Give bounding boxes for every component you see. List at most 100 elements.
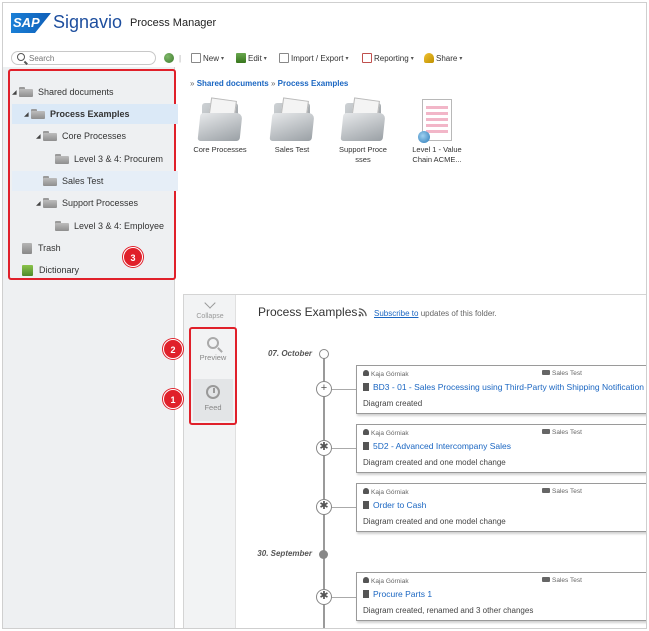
date-marker-hollow [319,349,329,359]
entry-folder: Sales Test [542,488,582,495]
expand-triangle-icon[interactable]: ◢ [12,89,19,96]
rss-icon [358,308,367,317]
new-menu-button[interactable]: New ▾ [191,52,224,64]
trash-icon [22,242,32,254]
reporting-menu-button[interactable]: Reporting ▾ [362,52,414,64]
sap-logo: SAP [11,13,51,33]
tile-label: Sales Test [274,145,310,154]
feed-title: Process Examples [258,305,358,319]
preview-feed-highlight: Preview Feed [189,327,237,425]
sidebar-item-support-processes[interactable]: ◢ Support Processes [12,193,138,213]
reporting-icon [362,53,372,63]
large-folder-icon [197,97,243,141]
diagram-document-icon [418,99,452,143]
entry-description: Diagram created and one model change [363,517,506,526]
sidebar-item-process-examples[interactable]: ◢ Process Examples [12,104,178,124]
tile-support-processes[interactable]: Support Proce sses [333,97,393,165]
large-folder-icon [269,97,315,141]
sidebar-item-trash[interactable]: Trash [12,238,61,258]
new-document-icon [191,53,201,63]
breadcrumb: » Shared documents » Process Examples [190,79,348,88]
large-folder-icon [340,97,386,141]
new-label: New [203,53,220,63]
folder-icon [43,131,57,141]
reporting-label: Reporting [374,53,409,63]
entry-folder: Sales Test [542,577,582,584]
person-icon [363,429,369,435]
search-input[interactable] [29,52,149,64]
asterisk-node-icon[interactable]: ✱ [316,589,332,605]
folder-icon [55,221,69,231]
document-icon [363,590,369,598]
tile-core-processes[interactable]: Core Processes [188,97,252,155]
entry-title-link[interactable]: Order to Cash [363,500,426,510]
sidebar-item-sales-test[interactable]: Sales Test [12,171,178,191]
breadcrumb-prefix: » [190,79,195,88]
sidebar-item-shared-documents[interactable]: ◢ Shared documents [12,82,114,102]
sidebar-item-dictionary[interactable]: Dictionary [12,260,79,280]
timeline-connector [332,389,356,390]
date-label: 07. October [267,349,312,358]
breadcrumb-current: Process Examples [277,79,349,88]
document-icon [363,501,369,509]
timeline-connector [332,448,356,449]
asterisk-node-icon[interactable]: ✱ [316,440,332,456]
entry-description: Diagram created, renamed and 3 other cha… [363,606,534,615]
sidebar-item-label: Shared documents [38,87,114,97]
sidebar-item-label: Level 3 & 4: Employee [74,221,165,231]
expand-entry-icon[interactable]: + [316,381,332,397]
import-export-menu-button[interactable]: Import / Export ▾ [279,52,348,64]
annotation-badge-2: 2 [163,339,183,359]
collapse-button[interactable]: Collapse [184,297,236,320]
expand-triangle-icon[interactable]: ◢ [36,200,43,207]
app-title: Process Manager [130,17,217,29]
edit-menu-button[interactable]: Edit ▾ [236,52,267,64]
toolbar: | New▾ Edit▾ Import / Export▾ Reporting▾… [3,47,646,69]
preview-label: Preview [199,353,227,362]
asterisk-node-icon[interactable]: ✱ [316,499,332,515]
entry-title-link[interactable]: BD3 - 01 - Sales Processing using Third-… [363,382,644,392]
subscribe-rest: updates of this folder. [420,309,497,318]
folder-icon [43,198,57,208]
tile-level-1-value-chain[interactable]: Level 1 - Value Chain ACME... [406,99,468,165]
chevron-down-icon: ▾ [345,55,349,62]
app-header: SAP Signavio Process Manager [3,3,646,41]
entry-title-link[interactable]: Procure Parts 1 [363,589,432,599]
sidebar-item-label: Core Processes [62,131,127,141]
date-marker-solid [319,550,328,559]
feed-side-toolbar: Collapse Preview Feed [184,295,237,628]
edit-label: Edit [248,53,262,63]
sidebar-item-core-processes[interactable]: ◢ Core Processes [12,126,126,146]
sidebar-item-level-3-4-procurement[interactable]: Level 3 & 4: Procurem [12,149,163,169]
feed-entry-card: Kaja Górniak Sales Test 5D2 - Advanced I… [356,424,646,473]
sidebar-item-label: Trash [38,243,61,253]
import-export-label: Import / Export [291,53,344,63]
timeline-connector [332,507,356,508]
document-icon [363,383,369,391]
preview-button[interactable]: Preview [193,331,233,373]
folder-icon [43,176,57,186]
sidebar-item-level-3-4-employee[interactable]: Level 3 & 4: Employee [12,216,164,236]
expand-triangle-icon[interactable]: ◢ [36,133,43,140]
expand-triangle-icon[interactable]: ◢ [24,111,31,118]
folder-icon [542,370,550,375]
sidebar-item-label: Dictionary [39,265,80,275]
sidebar-item-label: Support Processes [62,198,139,208]
globe-icon [418,131,430,143]
people-icon [164,53,174,63]
tile-label: Core Processes [193,145,247,154]
entry-title-link[interactable]: 5D2 - Advanced Intercompany Sales [363,441,511,451]
share-label: Share [436,53,458,63]
entry-folder: Sales Test [542,429,582,436]
feed-button[interactable]: Feed [193,379,233,421]
search-box[interactable] [11,51,156,65]
entry-author: Kaja Górniak [363,488,409,496]
subscribe-link[interactable]: Subscribe to [374,309,418,318]
share-menu-button[interactable]: Share ▾ [424,52,462,64]
breadcrumb-link-shared-documents[interactable]: Shared documents [197,79,269,88]
tile-label: Support Proce sses [339,145,387,164]
magnifier-icon [207,337,219,349]
people-icon-button[interactable]: | [164,52,181,64]
signavio-brand: Signavio [53,12,123,32]
tile-sales-test[interactable]: Sales Test [260,97,324,155]
